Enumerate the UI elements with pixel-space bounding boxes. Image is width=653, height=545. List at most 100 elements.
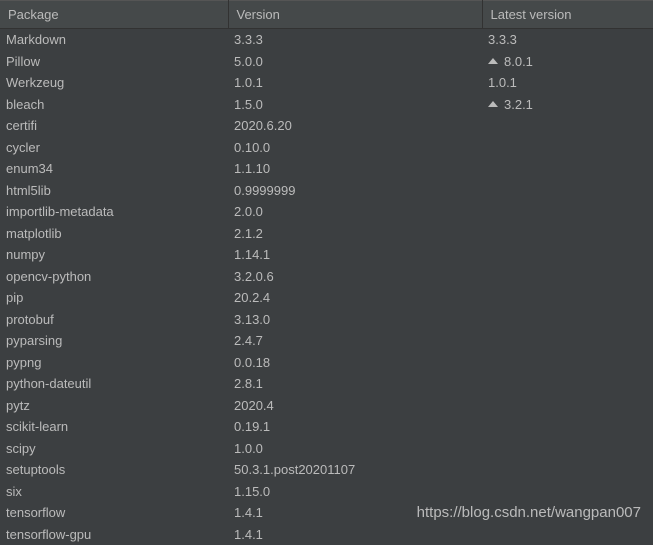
header-package[interactable]: Package	[0, 1, 228, 29]
table-row[interactable]: Pillow5.0.08.0.1	[0, 51, 653, 73]
package-name-cell: python-dateutil	[0, 373, 228, 395]
latest-version-cell	[482, 244, 653, 266]
table-row[interactable]: Werkzeug1.0.11.0.1	[0, 72, 653, 94]
latest-version-cell: 3.3.3	[482, 29, 653, 51]
table-row[interactable]: scipy1.0.0	[0, 438, 653, 460]
package-name-cell: pypng	[0, 352, 228, 374]
table-row[interactable]: setuptools50.3.1.post20201107	[0, 459, 653, 481]
header-version[interactable]: Version	[228, 1, 482, 29]
latest-version-text: 3.2.1	[504, 97, 533, 112]
package-name-cell: scipy	[0, 438, 228, 460]
latest-version-cell: 3.2.1	[482, 94, 653, 116]
package-name-cell: pip	[0, 287, 228, 309]
upgrade-available-icon	[488, 101, 498, 107]
latest-version-cell	[482, 395, 653, 417]
table-row[interactable]: bleach1.5.0 3.2.1	[0, 94, 653, 116]
packages-table: Package Version Latest version Markdown3…	[0, 0, 653, 545]
version-cell: 1.15.0	[228, 481, 482, 503]
latest-version-cell	[482, 524, 653, 545]
package-name-cell: html5lib	[0, 180, 228, 202]
version-cell: 50.3.1.post20201107	[228, 459, 482, 481]
version-cell: 0.10.0	[228, 137, 482, 159]
table-row[interactable]: tensorflow-gpu1.4.1	[0, 524, 653, 545]
latest-version-cell	[482, 158, 653, 180]
latest-version-cell	[482, 481, 653, 503]
package-name-cell: protobuf	[0, 309, 228, 331]
version-cell: 0.9999999	[228, 180, 482, 202]
latest-version-cell	[482, 223, 653, 245]
table-row[interactable]: protobuf3.13.0	[0, 309, 653, 331]
version-cell: 1.0.1	[228, 72, 482, 94]
latest-version-cell	[482, 115, 653, 137]
version-cell: 2.0.0	[228, 201, 482, 223]
package-name-cell: tensorflow	[0, 502, 228, 524]
table-row[interactable]: scikit-learn0.19.1	[0, 416, 653, 438]
latest-version-cell	[482, 201, 653, 223]
version-cell: 3.13.0	[228, 309, 482, 331]
table-row[interactable]: Markdown3.3.33.3.3	[0, 29, 653, 51]
package-name-cell: enum34	[0, 158, 228, 180]
table-row[interactable]: python-dateutil2.8.1	[0, 373, 653, 395]
table-row[interactable]: importlib-metadata2.0.0	[0, 201, 653, 223]
table-row[interactable]: matplotlib2.1.2	[0, 223, 653, 245]
package-name-cell: Markdown	[0, 29, 228, 51]
latest-version-cell	[482, 502, 653, 524]
package-name-cell: matplotlib	[0, 223, 228, 245]
latest-version-cell	[482, 330, 653, 352]
latest-version-cell	[482, 416, 653, 438]
version-cell: 3.2.0.6	[228, 266, 482, 288]
table-row[interactable]: pip20.2.4	[0, 287, 653, 309]
version-cell: 0.19.1	[228, 416, 482, 438]
latest-version-cell	[482, 459, 653, 481]
package-name-cell: cycler	[0, 137, 228, 159]
latest-version-cell	[482, 438, 653, 460]
latest-version-text: 3.3.3	[488, 32, 517, 47]
package-name-cell: numpy	[0, 244, 228, 266]
version-cell: 2020.6.20	[228, 115, 482, 137]
version-cell: 2020.4	[228, 395, 482, 417]
package-name-cell: six	[0, 481, 228, 503]
latest-version-cell: 1.0.1	[482, 72, 653, 94]
table-row[interactable]: html5lib0.9999999	[0, 180, 653, 202]
version-cell: 2.4.7	[228, 330, 482, 352]
upgrade-available-icon	[488, 58, 498, 64]
package-name-cell: bleach	[0, 94, 228, 116]
table-row[interactable]: tensorflow1.4.1	[0, 502, 653, 524]
latest-version-cell	[482, 309, 653, 331]
latest-version-text: 1.0.1	[488, 75, 517, 90]
version-cell: 1.14.1	[228, 244, 482, 266]
table-row[interactable]: six1.15.0	[0, 481, 653, 503]
version-cell: 1.4.1	[228, 524, 482, 545]
package-name-cell: Werkzeug	[0, 72, 228, 94]
version-cell: 20.2.4	[228, 287, 482, 309]
table-row[interactable]: numpy1.14.1	[0, 244, 653, 266]
version-cell: 2.1.2	[228, 223, 482, 245]
version-cell: 3.3.3	[228, 29, 482, 51]
table-row[interactable]: opencv-python3.2.0.6	[0, 266, 653, 288]
package-name-cell: tensorflow-gpu	[0, 524, 228, 545]
table-row[interactable]: pypng0.0.18	[0, 352, 653, 374]
version-cell: 0.0.18	[228, 352, 482, 374]
package-name-cell: Pillow	[0, 51, 228, 73]
table-row[interactable]: pytz2020.4	[0, 395, 653, 417]
version-cell: 1.5.0	[228, 94, 482, 116]
table-row[interactable]: cycler0.10.0	[0, 137, 653, 159]
package-name-cell: setuptools	[0, 459, 228, 481]
version-cell: 1.0.0	[228, 438, 482, 460]
table-row[interactable]: pyparsing2.4.7	[0, 330, 653, 352]
latest-version-cell	[482, 373, 653, 395]
package-name-cell: certifi	[0, 115, 228, 137]
table-row[interactable]: enum341.1.10	[0, 158, 653, 180]
header-latest[interactable]: Latest version	[482, 1, 653, 29]
package-name-cell: pyparsing	[0, 330, 228, 352]
latest-version-cell	[482, 287, 653, 309]
package-name-cell: importlib-metadata	[0, 201, 228, 223]
latest-version-cell	[482, 352, 653, 374]
latest-version-text: 8.0.1	[504, 54, 533, 69]
latest-version-cell	[482, 137, 653, 159]
version-cell: 1.4.1	[228, 502, 482, 524]
latest-version-cell: 8.0.1	[482, 51, 653, 73]
table-row[interactable]: certifi2020.6.20	[0, 115, 653, 137]
version-cell: 1.1.10	[228, 158, 482, 180]
package-name-cell: opencv-python	[0, 266, 228, 288]
